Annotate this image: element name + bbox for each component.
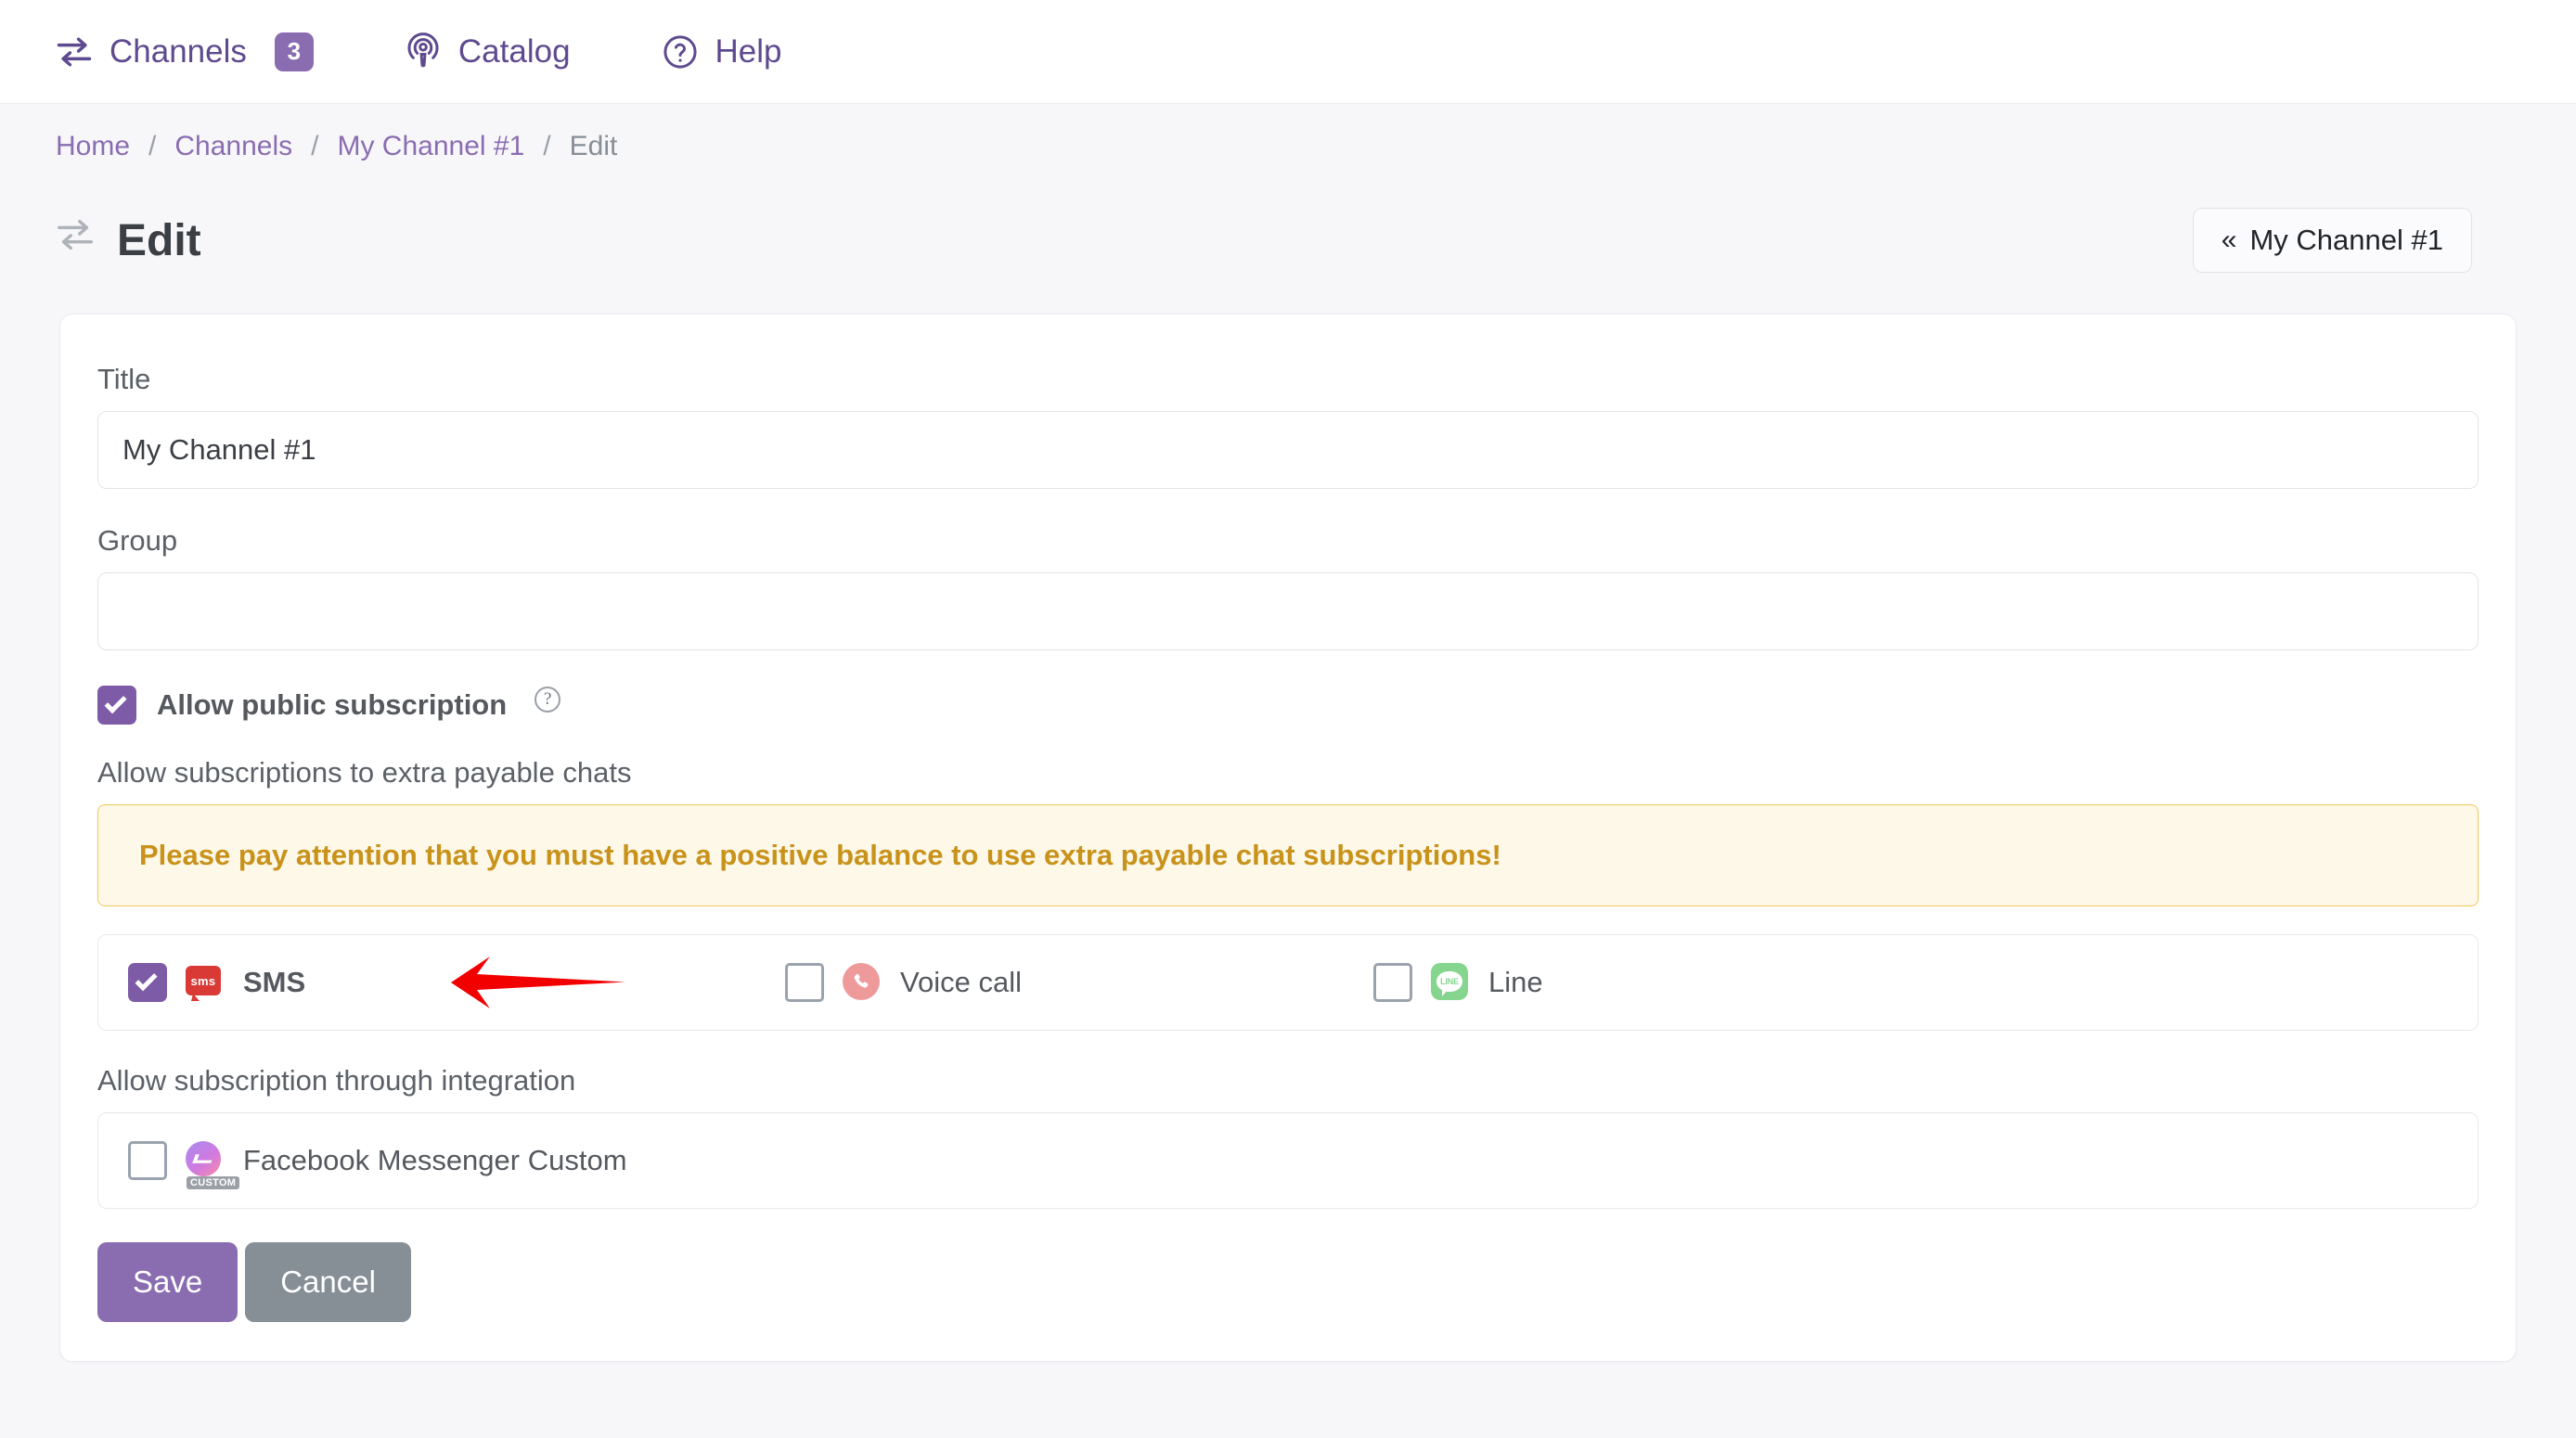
back-to-channel-button[interactable]: « My Channel #1 bbox=[2193, 208, 2472, 273]
payable-chats-options-panel: sms SMS Voice call LINE bbox=[97, 934, 2479, 1031]
option-voice-call[interactable]: Voice call bbox=[785, 963, 1373, 1002]
option-sms[interactable]: sms SMS bbox=[128, 963, 785, 1002]
title-field-group: Title bbox=[97, 363, 2479, 489]
line-messenger-icon: LINE bbox=[1431, 963, 1470, 1002]
balance-warning-banner: Please pay attention that you must have … bbox=[97, 804, 2479, 906]
checkmark-icon bbox=[135, 969, 158, 991]
option-line[interactable]: LINE Line bbox=[1373, 963, 1543, 1002]
broadcast-icon bbox=[403, 32, 444, 72]
integration-label: Allow subscription through integration bbox=[97, 1064, 2479, 1098]
cancel-button[interactable]: Cancel bbox=[245, 1242, 411, 1322]
breadcrumb-separator: / bbox=[543, 131, 550, 162]
breadcrumb-item-edit: Edit bbox=[570, 131, 618, 162]
allow-public-subscription-row[interactable]: Allow public subscription ? bbox=[97, 686, 2479, 725]
line-checkbox[interactable] bbox=[1373, 963, 1412, 1002]
exchange-arrows-icon bbox=[54, 32, 95, 72]
title-field-label: Title bbox=[97, 363, 2479, 396]
breadcrumb-item-my-channel[interactable]: My Channel #1 bbox=[337, 131, 524, 162]
exchange-arrows-icon bbox=[54, 213, 97, 267]
breadcrumb-item-channels[interactable]: Channels bbox=[174, 131, 292, 162]
integration-options-panel: CUSTOM Facebook Messenger Custom bbox=[97, 1112, 2479, 1209]
question-mark-icon[interactable]: ? bbox=[535, 687, 560, 713]
breadcrumb-separator: / bbox=[311, 131, 318, 162]
breadcrumb-item-home[interactable]: Home bbox=[56, 131, 130, 162]
breadcrumb: Home / Channels / My Channel #1 / Edit bbox=[0, 104, 2576, 189]
question-circle-icon bbox=[660, 32, 701, 72]
top-navigation-bar: Channels 3 Catalog Help bbox=[0, 0, 2576, 104]
allow-public-subscription-checkbox[interactable] bbox=[97, 686, 136, 725]
title-input[interactable] bbox=[97, 411, 2479, 489]
voice-call-checkbox[interactable] bbox=[785, 963, 824, 1002]
double-chevron-left-icon: « bbox=[2222, 225, 2237, 256]
page-header: Edit « My Channel #1 bbox=[0, 189, 2576, 278]
group-field-group: Group bbox=[97, 524, 2479, 650]
nav-item-help[interactable]: Help bbox=[660, 32, 782, 72]
page-title-text: Edit bbox=[117, 215, 201, 266]
nav-item-catalog-label: Catalog bbox=[458, 33, 571, 71]
sms-icon-label: sms bbox=[186, 966, 221, 995]
channels-count-badge: 3 bbox=[275, 32, 314, 71]
phone-handset-icon bbox=[843, 963, 882, 1002]
payable-chats-label: Allow subscriptions to extra payable cha… bbox=[97, 756, 2479, 790]
option-sms-label: SMS bbox=[243, 966, 305, 999]
facebook-messenger-icon: CUSTOM bbox=[186, 1141, 225, 1180]
form-actions: Save Cancel bbox=[97, 1242, 2479, 1322]
back-to-channel-label: My Channel #1 bbox=[2249, 224, 2443, 257]
nav-item-channels-label: Channels bbox=[109, 33, 247, 71]
save-button[interactable]: Save bbox=[97, 1242, 238, 1322]
checkmark-icon bbox=[105, 691, 127, 713]
allow-public-subscription-label: Allow public subscription bbox=[157, 688, 507, 722]
edit-channel-form-card: Title Group Allow public subscription ? … bbox=[59, 314, 2517, 1362]
group-input[interactable] bbox=[97, 572, 2479, 650]
nav-item-catalog[interactable]: Catalog bbox=[403, 32, 571, 72]
nav-item-channels[interactable]: Channels 3 bbox=[54, 32, 314, 72]
option-voice-call-label: Voice call bbox=[900, 966, 1022, 999]
group-field-label: Group bbox=[97, 524, 2479, 558]
sms-checkbox[interactable] bbox=[128, 963, 167, 1002]
sms-bubble-icon: sms bbox=[186, 963, 225, 1002]
line-icon-label: LINE bbox=[1436, 971, 1462, 992]
facebook-messenger-checkbox[interactable] bbox=[128, 1141, 167, 1180]
nav-item-help-label: Help bbox=[715, 33, 782, 71]
custom-badge: CUSTOM bbox=[187, 1176, 239, 1189]
option-line-label: Line bbox=[1488, 966, 1543, 999]
option-facebook-messenger-custom[interactable]: CUSTOM Facebook Messenger Custom bbox=[128, 1141, 627, 1180]
breadcrumb-separator: / bbox=[148, 131, 156, 162]
option-facebook-messenger-label: Facebook Messenger Custom bbox=[243, 1144, 627, 1177]
page-title: Edit bbox=[54, 213, 201, 267]
